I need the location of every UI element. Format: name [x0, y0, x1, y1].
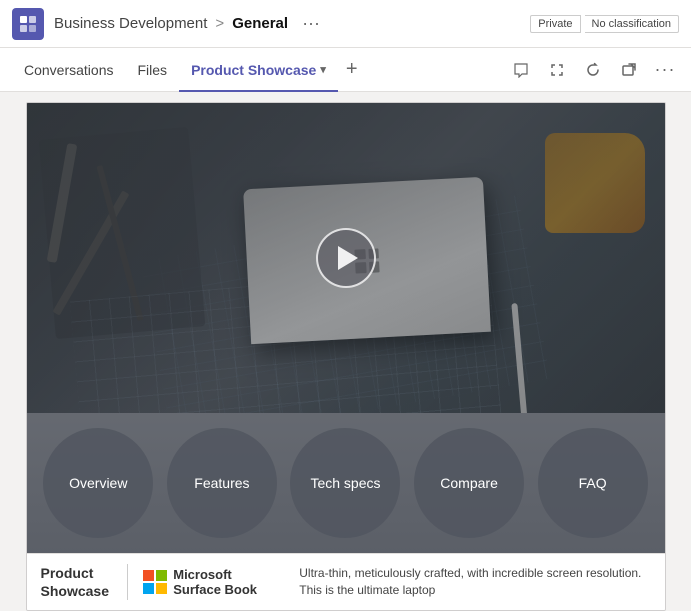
- circle-btn-features[interactable]: Features: [167, 428, 277, 538]
- chevron-down-icon: ▾: [320, 63, 326, 76]
- breadcrumb-separator: >: [215, 15, 224, 32]
- footer-brand: Product Showcase: [41, 564, 111, 600]
- ms-yellow-square: [156, 583, 167, 594]
- refresh-icon[interactable]: [579, 56, 607, 84]
- breadcrumb: Business Development: [54, 15, 207, 32]
- expand-icon[interactable]: [543, 56, 571, 84]
- content-area: Overview Features Tech specs Compare FAQ…: [0, 92, 691, 572]
- product-name: Microsoft Surface Book: [173, 567, 257, 598]
- title-text: Business Development > General ···: [54, 13, 530, 34]
- showcase-footer: Product Showcase Microsoft Surface Book …: [27, 553, 665, 610]
- footer-description: Ultra-thin, meticulously crafted, with i…: [299, 565, 650, 599]
- badge-classification: No classification: [585, 15, 679, 33]
- title-bar: Business Development > General ··· Priva…: [0, 0, 691, 48]
- badge-private: Private: [530, 15, 580, 33]
- nav-tabs: Conversations Files Product Showcase ▾ +: [0, 48, 691, 92]
- circle-btn-tech-specs[interactable]: Tech specs: [290, 428, 400, 538]
- circle-btn-overview[interactable]: Overview: [43, 428, 153, 538]
- video-area[interactable]: [27, 103, 665, 413]
- showcase-card: Overview Features Tech specs Compare FAQ…: [26, 102, 666, 611]
- tab-conversations[interactable]: Conversations: [12, 48, 126, 92]
- comment-icon[interactable]: [507, 56, 535, 84]
- tab-product-showcase[interactable]: Product Showcase ▾: [179, 48, 338, 92]
- circle-btn-faq[interactable]: FAQ: [538, 428, 648, 538]
- add-tab-button[interactable]: +: [338, 58, 366, 81]
- popout-icon[interactable]: [615, 56, 643, 84]
- circle-btn-compare[interactable]: Compare: [414, 428, 524, 538]
- more-options-icon[interactable]: ···: [651, 56, 679, 84]
- play-icon: [338, 246, 358, 270]
- circle-nav-bar: Overview Features Tech specs Compare FAQ: [27, 413, 665, 553]
- footer-logo: Microsoft Surface Book: [143, 567, 283, 598]
- title-actions: Private No classification: [530, 15, 679, 33]
- tab-files[interactable]: Files: [126, 48, 180, 92]
- channel-name: General: [232, 15, 288, 32]
- footer-divider: [127, 564, 128, 600]
- title-more-button[interactable]: ···: [302, 13, 320, 34]
- nav-icons: ···: [507, 56, 679, 84]
- play-button[interactable]: [316, 228, 376, 288]
- app-icon: [12, 8, 44, 40]
- microsoft-logo-icon: [143, 570, 167, 594]
- ms-blue-square: [143, 583, 154, 594]
